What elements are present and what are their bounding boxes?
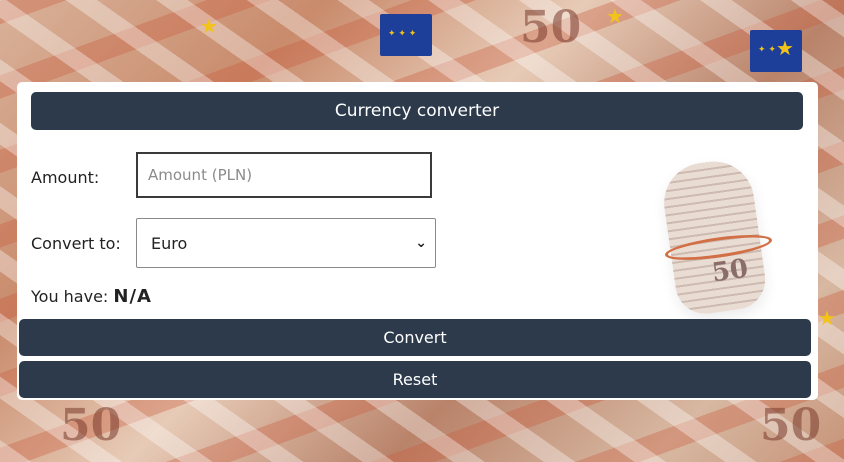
banknote-number: 50 — [60, 400, 122, 451]
star-icon: ★ — [200, 14, 218, 38]
reset-button[interactable]: Reset — [19, 361, 811, 398]
convert-button[interactable]: Convert — [19, 319, 811, 356]
banknote-number: 50 — [760, 400, 822, 451]
eu-flag-icon — [380, 14, 432, 56]
star-icon: ★ — [606, 4, 624, 28]
convert-to-label: Convert to: — [31, 234, 121, 253]
star-icon: ★ — [776, 36, 794, 60]
currency-select-value: Euro — [151, 233, 188, 253]
amount-label: Amount: — [31, 168, 100, 187]
page-title: Currency converter — [31, 92, 803, 130]
currency-select[interactable]: Euro ⌄ — [136, 218, 436, 268]
result-value: N/A — [113, 286, 152, 307]
result-label-text: You have: — [31, 287, 109, 306]
banknote-number: 50 — [520, 2, 582, 53]
chevron-down-icon: ⌄ — [415, 235, 427, 251]
result-label: You have: N/A — [31, 286, 152, 307]
money-roll-image: 50 — [658, 156, 774, 318]
amount-input[interactable] — [136, 152, 432, 198]
converter-card: Currency converter Amount: Convert to: E… — [17, 82, 818, 400]
star-icon: ★ — [818, 306, 836, 330]
banknote-number: 50 — [709, 253, 751, 289]
